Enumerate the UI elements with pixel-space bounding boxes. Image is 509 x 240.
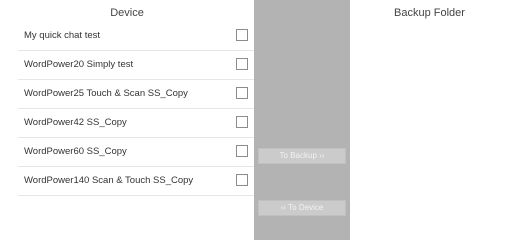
device-item-checkbox[interactable] bbox=[236, 58, 248, 70]
device-item-checkbox[interactable] bbox=[236, 174, 248, 186]
device-list-item[interactable]: WordPower42 SS_Copy bbox=[18, 109, 254, 138]
device-item-label: My quick chat test bbox=[24, 30, 101, 41]
device-item-checkbox[interactable] bbox=[236, 116, 248, 128]
device-item-checkbox[interactable] bbox=[236, 29, 248, 41]
backup-folder-column-header: Backup Folder bbox=[394, 7, 465, 19]
to-backup-button[interactable]: To Backup ›› bbox=[258, 148, 346, 164]
device-item-label: WordPower60 SS_Copy bbox=[24, 146, 127, 157]
device-item-label: WordPower42 SS_Copy bbox=[24, 117, 127, 128]
device-list-item[interactable]: WordPower140 Scan & Touch SS_Copy bbox=[18, 167, 254, 196]
device-list-item[interactable]: WordPower25 Touch & Scan SS_Copy bbox=[18, 80, 254, 109]
device-item-checkbox[interactable] bbox=[236, 145, 248, 157]
to-device-button[interactable]: ‹‹ To Device bbox=[258, 200, 346, 216]
device-item-label: WordPower140 Scan & Touch SS_Copy bbox=[24, 175, 194, 186]
device-column-header: Device bbox=[110, 7, 144, 19]
device-item-label: WordPower25 Touch & Scan SS_Copy bbox=[24, 88, 188, 99]
device-item-label: WordPower20 Simply test bbox=[24, 59, 134, 70]
device-item-checkbox[interactable] bbox=[236, 87, 248, 99]
device-list: My quick chat test WordPower20 Simply te… bbox=[18, 22, 254, 196]
device-list-item[interactable]: WordPower20 Simply test bbox=[18, 51, 254, 80]
transfer-panel: To Backup ›› ‹‹ To Device bbox=[254, 0, 350, 240]
device-list-item[interactable]: WordPower60 SS_Copy bbox=[18, 138, 254, 167]
backup-folder-list bbox=[350, 22, 509, 240]
device-list-item[interactable]: My quick chat test bbox=[18, 22, 254, 51]
